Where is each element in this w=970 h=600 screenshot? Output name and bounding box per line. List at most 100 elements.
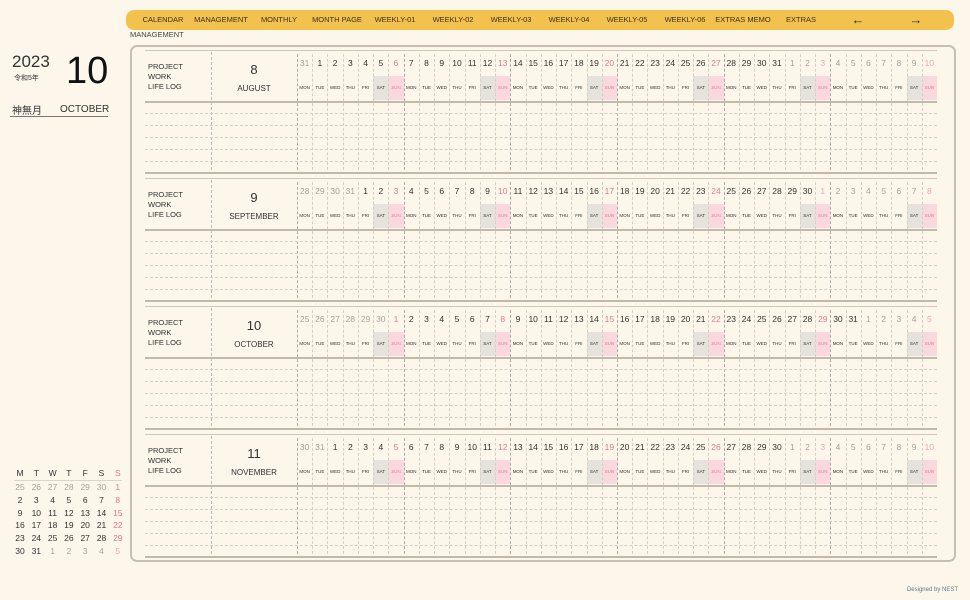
day-number[interactable]: 29 bbox=[739, 58, 754, 68]
mini-day[interactable]: 12 bbox=[61, 508, 77, 518]
weekday-cell[interactable]: WED bbox=[541, 204, 556, 228]
weekday-cell[interactable]: MON bbox=[830, 332, 845, 356]
day-number[interactable]: 18 bbox=[571, 58, 586, 68]
day-number[interactable]: 17 bbox=[571, 442, 586, 452]
day-number[interactable]: 1 bbox=[785, 58, 800, 68]
day-number[interactable]: 26 bbox=[739, 186, 754, 196]
day-number[interactable]: 15 bbox=[602, 314, 617, 324]
day-number[interactable]: 16 bbox=[587, 186, 602, 196]
day-number[interactable]: 17 bbox=[602, 186, 617, 196]
day-number[interactable]: 5 bbox=[876, 186, 891, 196]
weekday-cell[interactable]: FRI bbox=[358, 76, 373, 100]
day-number[interactable]: 15 bbox=[526, 58, 541, 68]
prev-arrow-icon[interactable]: ← bbox=[852, 10, 865, 30]
day-number[interactable]: 30 bbox=[800, 186, 815, 196]
log-row-line[interactable] bbox=[145, 545, 937, 546]
weekday-cell[interactable]: WED bbox=[327, 76, 342, 100]
log-row-line[interactable] bbox=[145, 125, 937, 126]
day-number[interactable]: 14 bbox=[526, 442, 541, 452]
day-number[interactable]: 4 bbox=[861, 186, 876, 196]
day-number[interactable]: 10 bbox=[495, 186, 510, 196]
day-number[interactable]: 2 bbox=[800, 58, 815, 68]
weekday-cell[interactable]: SAT bbox=[693, 332, 709, 356]
day-number[interactable]: 6 bbox=[465, 314, 480, 324]
day-number[interactable]: 7 bbox=[876, 58, 891, 68]
day-number[interactable]: 26 bbox=[312, 314, 327, 324]
day-number[interactable]: 4 bbox=[404, 186, 419, 196]
weekday-cell[interactable]: FRI bbox=[465, 460, 480, 484]
day-number[interactable]: 1 bbox=[861, 314, 876, 324]
mini-day[interactable]: 3 bbox=[28, 495, 44, 505]
weekday-cell[interactable]: SAT bbox=[586, 332, 602, 356]
mini-day[interactable]: 23 bbox=[12, 533, 28, 543]
weekday-cell[interactable]: TUE bbox=[419, 204, 434, 228]
day-number[interactable]: 12 bbox=[556, 314, 571, 324]
weekday-cell[interactable]: FRI bbox=[358, 332, 373, 356]
weekday-cell[interactable]: SUN bbox=[815, 204, 831, 228]
weekday-cell[interactable]: SUN bbox=[921, 204, 937, 228]
day-number[interactable]: 25 bbox=[678, 58, 693, 68]
day-number[interactable]: 6 bbox=[434, 186, 449, 196]
weekday-cell[interactable]: SAT bbox=[373, 204, 389, 228]
weekday-cell[interactable]: SAT bbox=[906, 76, 922, 100]
log-row-line[interactable] bbox=[145, 509, 937, 510]
weekday-cell[interactable]: SUN bbox=[388, 460, 404, 484]
day-number[interactable]: 11 bbox=[480, 442, 495, 452]
day-number[interactable]: 24 bbox=[663, 58, 678, 68]
mini-day[interactable]: 1 bbox=[110, 482, 126, 492]
day-number[interactable]: 29 bbox=[754, 442, 769, 452]
day-number[interactable]: 9 bbox=[480, 186, 495, 196]
day-number[interactable]: 3 bbox=[846, 186, 861, 196]
day-number[interactable]: 24 bbox=[708, 186, 723, 196]
day-number[interactable]: 8 bbox=[891, 442, 906, 452]
weekday-cell[interactable]: TUE bbox=[632, 460, 647, 484]
weekday-cell[interactable]: WED bbox=[754, 76, 769, 100]
weekday-cell[interactable]: SUN bbox=[601, 76, 617, 100]
day-number[interactable]: 1 bbox=[358, 186, 373, 196]
nav-item-weekly-05[interactable]: WEEKLY-05 bbox=[607, 10, 648, 30]
day-number[interactable]: 26 bbox=[708, 442, 723, 452]
log-row-line[interactable] bbox=[145, 277, 937, 278]
day-number[interactable]: 20 bbox=[647, 186, 662, 196]
weekday-cell[interactable]: WED bbox=[647, 460, 662, 484]
weekday-cell[interactable]: MON bbox=[404, 332, 419, 356]
day-number[interactable]: 12 bbox=[480, 58, 495, 68]
weekday-cell[interactable]: SUN bbox=[495, 332, 511, 356]
log-row-line[interactable] bbox=[145, 161, 937, 162]
nav-item-weekly-03[interactable]: WEEKLY-03 bbox=[491, 10, 532, 30]
day-number[interactable]: 1 bbox=[785, 442, 800, 452]
weekday-cell[interactable]: WED bbox=[541, 460, 556, 484]
mini-day[interactable]: 6 bbox=[77, 495, 93, 505]
day-number[interactable]: 4 bbox=[434, 314, 449, 324]
weekday-cell[interactable]: TUE bbox=[526, 460, 541, 484]
day-number[interactable]: 15 bbox=[571, 186, 586, 196]
log-row-line[interactable] bbox=[145, 137, 937, 138]
weekday-cell[interactable]: WED bbox=[327, 460, 342, 484]
mini-day[interactable]: 11 bbox=[45, 508, 61, 518]
weekday-cell[interactable]: SUN bbox=[708, 460, 724, 484]
day-number[interactable]: 4 bbox=[907, 314, 922, 324]
weekday-cell[interactable]: SAT bbox=[799, 204, 816, 228]
day-number[interactable]: 20 bbox=[602, 58, 617, 68]
day-number[interactable]: 31 bbox=[343, 186, 358, 196]
weekday-cell[interactable]: TUE bbox=[632, 332, 647, 356]
mini-day[interactable]: 8 bbox=[110, 495, 126, 505]
day-number[interactable]: 3 bbox=[358, 442, 373, 452]
weekday-cell[interactable]: TUE bbox=[739, 460, 754, 484]
weekday-cell[interactable]: SUN bbox=[708, 332, 724, 356]
mini-day[interactable]: 27 bbox=[45, 482, 61, 492]
weekday-cell[interactable]: FRI bbox=[678, 460, 693, 484]
day-number[interactable]: 28 bbox=[739, 442, 754, 452]
weekday-cell[interactable]: TUE bbox=[846, 76, 861, 100]
day-number[interactable]: 13 bbox=[510, 442, 525, 452]
day-number[interactable]: 28 bbox=[343, 314, 358, 324]
day-number[interactable]: 9 bbox=[510, 314, 525, 324]
day-number[interactable]: 26 bbox=[769, 314, 784, 324]
day-number[interactable]: 27 bbox=[708, 58, 723, 68]
log-row-line[interactable] bbox=[145, 405, 937, 406]
weekday-cell[interactable]: FRI bbox=[465, 332, 480, 356]
weekday-cell[interactable]: FRI bbox=[571, 460, 586, 484]
mini-day[interactable]: 28 bbox=[61, 482, 77, 492]
weekday-cell[interactable]: SAT bbox=[479, 460, 496, 484]
mini-day[interactable]: 5 bbox=[110, 546, 126, 556]
